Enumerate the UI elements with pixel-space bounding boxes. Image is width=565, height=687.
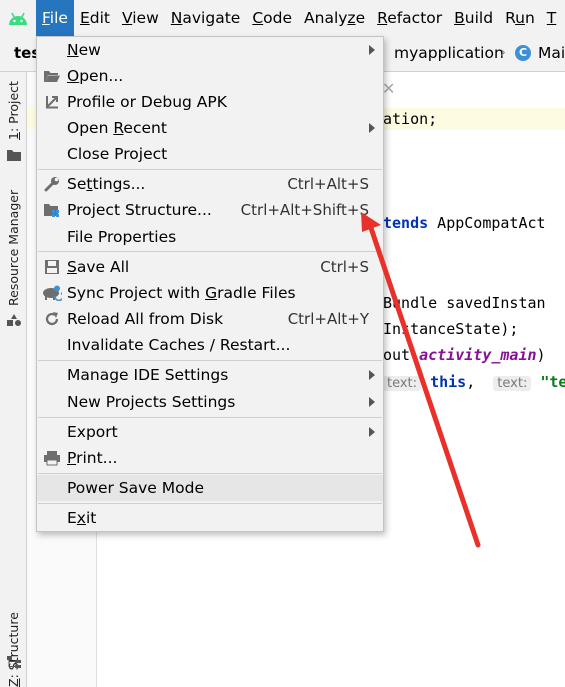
menu-divider [38, 360, 382, 361]
menu-item-save-all[interactable]: Save All Ctrl+S [37, 254, 383, 280]
menu-item-project-structure[interactable]: Project Structure... Ctrl+Alt+Shift+S [37, 197, 383, 223]
shortcut-project-structure: Ctrl+Alt+Shift+S [240, 201, 369, 219]
menu-item-close-project[interactable]: Close Project [37, 141, 383, 167]
menu-run[interactable]: Run [499, 0, 541, 36]
code-line-toast: text: this, text: "tes [383, 373, 565, 391]
save-icon [41, 256, 63, 278]
breadcrumb-package[interactable]: myapplication [394, 44, 504, 62]
menu-file[interactable]: File [36, 0, 74, 36]
menu-divider [38, 503, 382, 504]
menu-item-manage-ide-settings[interactable]: Manage IDE Settings [37, 362, 383, 388]
menu-item-settings[interactable]: Settings... Ctrl+Alt+S [37, 171, 383, 197]
left-tool-strip: 1: Project Resource Manager Z: Structure [0, 72, 27, 687]
wrench-icon [41, 173, 63, 195]
parameter-hint: text: [383, 376, 422, 391]
class-icon: C [515, 45, 531, 61]
android-logo-icon [0, 0, 36, 36]
printer-icon [41, 447, 63, 469]
menu-item-print[interactable]: Print... [37, 445, 383, 471]
menu-item-sync-gradle[interactable]: Sync Project with Gradle Files [37, 280, 383, 306]
menu-tools[interactable]: T [541, 0, 562, 36]
open-folder-icon [41, 65, 63, 87]
close-tab-icon[interactable]: ✕ [382, 79, 395, 98]
menu-item-exit[interactable]: Exit [37, 505, 383, 531]
menu-divider [38, 251, 382, 252]
submenu-arrow-icon [369, 397, 375, 407]
submenu-arrow-icon [369, 427, 375, 437]
breadcrumb-separator-icon: › [500, 43, 506, 61]
menu-divider [38, 473, 382, 474]
menu-divider [38, 169, 382, 170]
profile-apk-icon [41, 91, 63, 113]
menu-edit[interactable]: Edit [74, 0, 116, 36]
shortcut-reload-all: Ctrl+Alt+Y [287, 310, 369, 328]
structure-icon [7, 656, 21, 668]
code-line-super: InstanceState); [383, 320, 519, 338]
menu-item-profile-debug-apk[interactable]: Profile or Debug APK [37, 89, 383, 115]
project-structure-icon [41, 199, 63, 221]
code-line-oncreate: Bundle savedInstan [383, 294, 546, 312]
parameter-hint: text: [493, 376, 532, 391]
menu-item-open-recent[interactable]: Open Recent [37, 115, 383, 141]
code-line-setcontentview: out.activity_main) [383, 346, 546, 364]
folder-icon [7, 150, 21, 161]
breadcrumb-class[interactable]: Mai [538, 44, 565, 62]
menu-item-new-projects-settings[interactable]: New Projects Settings [37, 389, 383, 415]
menu-refactor[interactable]: Refactor [371, 0, 448, 36]
menu-divider [38, 417, 382, 418]
code-line-package: ation; [383, 110, 438, 128]
menu-navigate[interactable]: Navigate [165, 0, 247, 36]
menu-item-power-save-mode[interactable]: Power Save Mode [37, 475, 383, 501]
menu-item-open[interactable]: Open... [37, 63, 383, 89]
menu-code[interactable]: Code [246, 0, 298, 36]
code-line-class: tends AppCompatAct [383, 214, 546, 232]
project-tool-button[interactable]: 1: Project [6, 81, 21, 140]
reload-icon [41, 308, 63, 330]
structure-tool-button[interactable]: Z: Structure [6, 612, 21, 687]
file-menu-dropdown: New Open... Profile or Debug APK Open Re… [36, 36, 384, 532]
gradle-sync-icon [41, 282, 63, 304]
resource-manager-icon [7, 314, 21, 326]
submenu-arrow-icon [369, 370, 375, 380]
resource-manager-tool-button[interactable]: Resource Manager [6, 190, 21, 306]
menu-item-file-properties[interactable]: File Properties [37, 224, 383, 250]
menu-bar: File Edit View Navigate Code Analyze Ref… [0, 0, 565, 36]
menu-view[interactable]: View [116, 0, 165, 36]
menu-item-export[interactable]: Export [37, 419, 383, 445]
submenu-arrow-icon [369, 45, 375, 55]
menu-item-invalidate-caches[interactable]: Invalidate Caches / Restart... [37, 332, 383, 358]
menu-analyze[interactable]: Analyze [298, 0, 371, 36]
menu-item-new[interactable]: New [37, 37, 383, 63]
menu-build[interactable]: Build [448, 0, 499, 36]
submenu-arrow-icon [369, 123, 375, 133]
menu-item-reload-all[interactable]: Reload All from Disk Ctrl+Alt+Y [37, 306, 383, 332]
shortcut-save-all: Ctrl+S [320, 258, 369, 276]
shortcut-settings: Ctrl+Alt+S [287, 175, 369, 193]
